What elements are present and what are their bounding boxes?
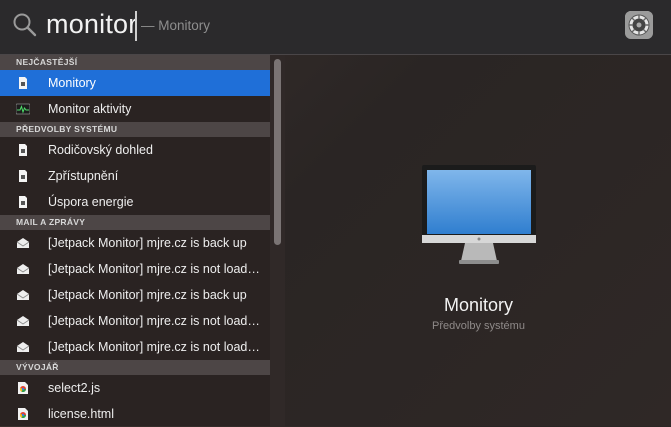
section-header: VÝVOJÁŘ [0, 360, 270, 375]
preview-title: Monitory [443, 295, 514, 315]
result-rodicovsky-dohled[interactable]: Rodičovský dohled [0, 137, 270, 163]
search-input[interactable]: monitor [46, 9, 137, 40]
result-mail[interactable]: [Jetpack Monitor] mjre.cz is back up [0, 230, 270, 256]
chrome-doc-icon [18, 408, 28, 420]
result-mail[interactable]: [Jetpack Monitor] mjre.cz is not loading [0, 308, 270, 334]
preview-subtitle: Předvolby systému [432, 320, 525, 332]
result-file[interactable]: license.html [0, 401, 270, 427]
mail-icon [16, 264, 30, 274]
result-label: Rodičovský dohled [48, 143, 153, 157]
result-monitory[interactable]: Monitory [0, 70, 270, 96]
scrollbar-thumb[interactable] [274, 59, 281, 245]
result-label: license.html [48, 407, 114, 421]
result-label: Zpřístupnění [48, 169, 119, 183]
result-mail[interactable]: [Jetpack Monitor] mjre.cz is not loading [0, 256, 270, 282]
search-suggestion: — Monitory [141, 18, 211, 33]
preview-pane: Monitory Předvolby systému [286, 55, 671, 426]
prefpane-icon [19, 196, 27, 208]
activity-monitor-icon [16, 103, 30, 115]
results-list: NEJČASTĚJŠÍ Monitory Monitor aktivity PŘ… [0, 55, 270, 426]
text-caret [135, 11, 137, 41]
result-label: select2.js [48, 381, 101, 395]
section-header: MAIL A ZPRÁVY [0, 215, 270, 230]
prefpane-icon [19, 170, 27, 182]
result-label: [Jetpack Monitor] mjre.cz is back up [48, 236, 247, 250]
result-label: [Jetpack Monitor] mjre.cz is not loading [48, 314, 260, 328]
mail-icon [16, 238, 30, 248]
prefpane-icon [19, 77, 27, 89]
result-zpristupneni[interactable]: Zpřístupnění [0, 163, 270, 189]
prefpane-icon [19, 144, 27, 156]
result-monitor-aktivity[interactable]: Monitor aktivity [0, 96, 270, 122]
display-icon [422, 165, 536, 264]
chrome-doc-icon [18, 382, 28, 394]
section-header: PŘEDVOLBY SYSTÉMU [0, 122, 270, 137]
mail-icon [16, 316, 30, 326]
result-mail[interactable]: [Jetpack Monitor] mjre.cz is back up [0, 282, 270, 308]
search-icon [13, 13, 37, 37]
result-label: [Jetpack Monitor] mjre.cz is back up [48, 288, 247, 302]
section-header: NEJČASTĚJŠÍ [0, 55, 270, 70]
result-label: Úspora energie [48, 195, 134, 209]
result-label: [Jetpack Monitor] mjre.cz is not loading [48, 262, 260, 276]
result-uspora-energie[interactable]: Úspora energie [0, 189, 270, 215]
search-bar: monitor — Monitory [0, 0, 671, 55]
result-label: Monitory [48, 76, 96, 90]
mail-icon [16, 290, 30, 300]
result-label: [Jetpack Monitor] mjre.cz is not loading [48, 340, 260, 354]
result-file[interactable]: select2.js [0, 375, 270, 401]
result-mail[interactable]: [Jetpack Monitor] mjre.cz is not loading [0, 334, 270, 360]
system-preferences-icon[interactable] [625, 11, 653, 39]
mail-icon [16, 342, 30, 352]
result-label: Monitor aktivity [48, 102, 132, 116]
